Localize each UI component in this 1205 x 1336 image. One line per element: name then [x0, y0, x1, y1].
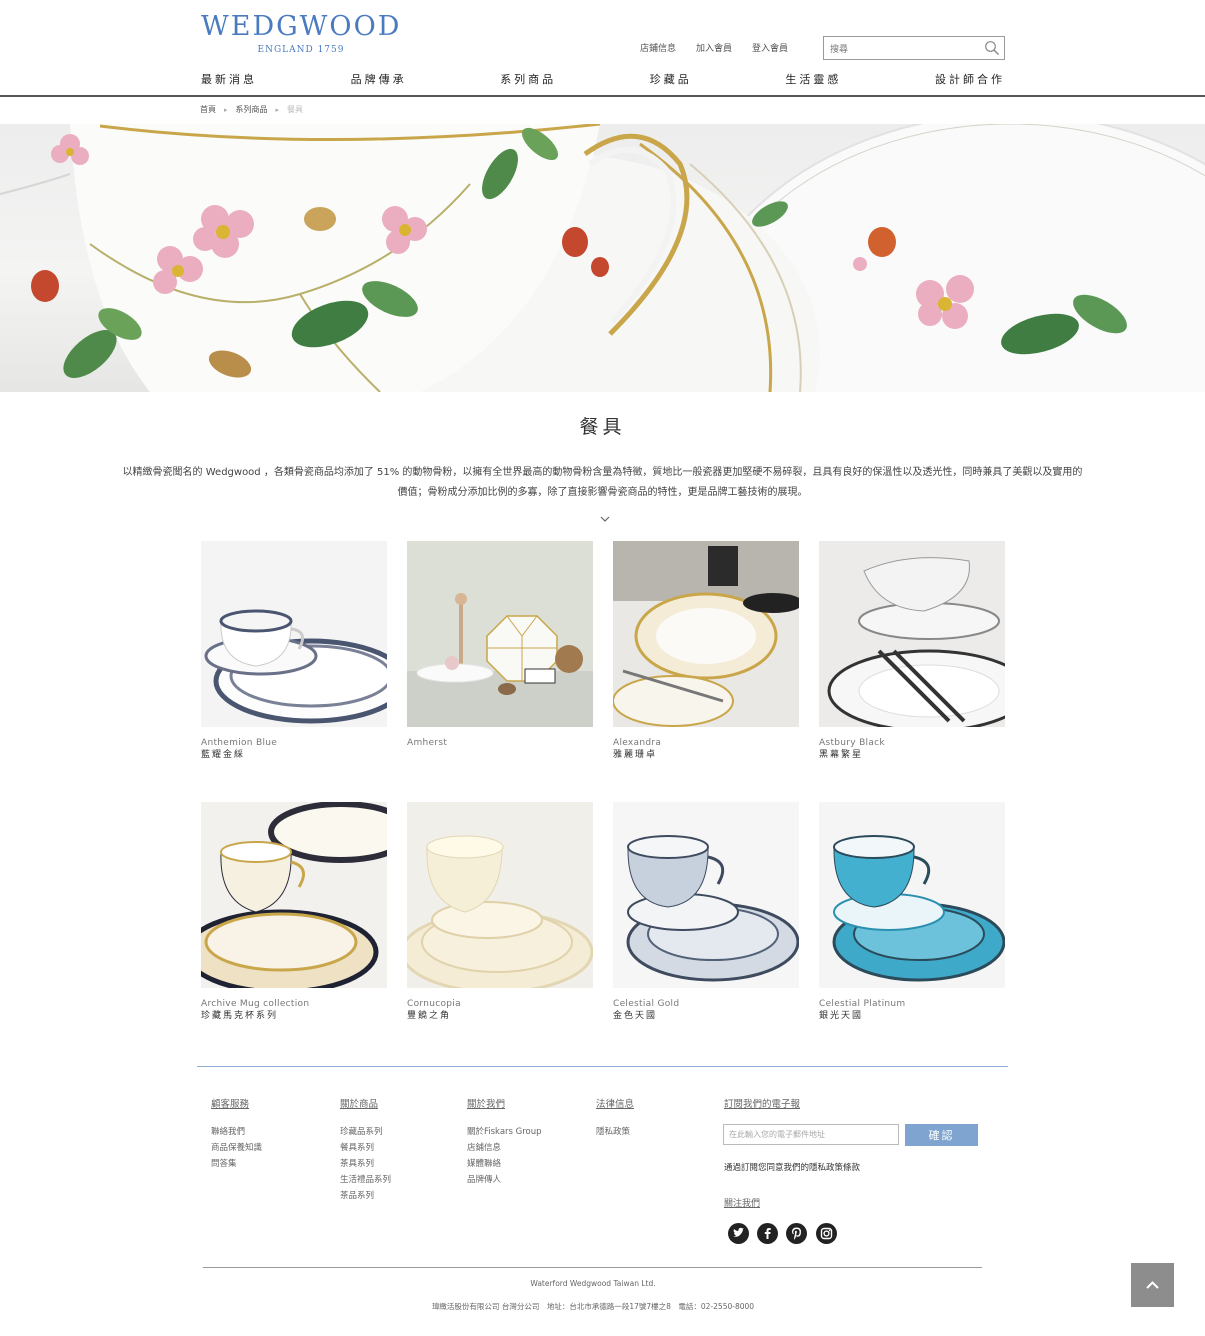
- footer-col-products: 關於商品 珍藏品系列 餐具系列 茶具系列 生活禮品系列 茶品系列: [340, 1096, 391, 1204]
- footer-link[interactable]: 問答集: [211, 1156, 262, 1172]
- footer-link[interactable]: 品牌傳人: [467, 1172, 542, 1188]
- footer-link[interactable]: 商品保養知識: [211, 1140, 262, 1156]
- newsletter-title[interactable]: 訂閱我們的電子報: [724, 1096, 800, 1110]
- logo-tagline: ENGLAND 1759: [257, 45, 345, 55]
- newsletter-email-input[interactable]: [723, 1124, 899, 1145]
- company-name: Waterford Wedgwood Taiwan Ltd.: [530, 1279, 656, 1288]
- facebook-icon[interactable]: [757, 1223, 778, 1244]
- search-icon[interactable]: [984, 40, 1000, 56]
- footer-link[interactable]: 店鋪信息: [467, 1140, 542, 1156]
- footer-link[interactable]: 珍藏品系列: [340, 1124, 391, 1140]
- join-member-link[interactable]: 加入會員: [696, 41, 732, 54]
- logo-wordmark: WEDGWOOD: [201, 11, 402, 42]
- bottom-divider: [203, 1267, 982, 1268]
- product-image: [613, 802, 799, 988]
- nav-divider: [0, 95, 1205, 97]
- nav-heritage[interactable]: 品牌傳承: [351, 71, 407, 87]
- intro-text: 以精緻骨瓷聞名的 Wedgwood ，各類骨瓷商品均添加了 51% 的動物骨粉，…: [122, 467, 1083, 498]
- nav-collections[interactable]: 系列商品: [500, 71, 556, 87]
- product-name-zh: 銀光天國: [819, 1011, 864, 1021]
- footer-link[interactable]: 媒體聯絡: [467, 1156, 542, 1172]
- product-name-zh: 藍耀金綵: [201, 750, 246, 760]
- product-card-celestial-platinum[interactable]: Celestial Platinum 銀光天國: [819, 802, 1005, 1022]
- footer-link[interactable]: 餐具系列: [340, 1140, 391, 1156]
- product-image: [613, 541, 799, 727]
- product-image: [407, 541, 593, 727]
- footer-col-title[interactable]: 關於我們: [467, 1096, 542, 1110]
- product-card-anthemion-blue[interactable]: Anthemion Blue 藍耀金綵: [201, 541, 387, 761]
- product-image: [201, 541, 387, 727]
- footer-col-title[interactable]: 關於商品: [340, 1096, 391, 1110]
- breadcrumb-separator: ▸: [224, 105, 228, 114]
- product-card-celestial-gold[interactable]: Celestial Gold 金色天國: [613, 802, 799, 1022]
- breadcrumb-separator: ▸: [275, 105, 280, 114]
- back-to-top-button[interactable]: [1131, 1263, 1174, 1307]
- twitter-icon[interactable]: [728, 1223, 749, 1244]
- product-card-archive-mug[interactable]: Archive Mug collection 珍藏馬克杯系列: [201, 802, 387, 1022]
- store-info-link[interactable]: 店鋪信息: [640, 41, 676, 54]
- brand-logo[interactable]: WEDGWOOD ENGLAND 1759: [201, 11, 402, 56]
- footer-col-customer-service: 顧客服務 聯絡我們 商品保養知識 問答集: [211, 1096, 262, 1172]
- product-name-en: Alexandra: [613, 738, 662, 748]
- breadcrumb-collections[interactable]: 系列商品: [236, 104, 268, 115]
- nav-inspiration[interactable]: 生活靈感: [785, 71, 841, 87]
- product-name-zh: 黑幕繁星: [819, 750, 864, 760]
- product-image: [201, 802, 387, 988]
- search-box: [823, 36, 1005, 61]
- footer-col-newsletter: 訂閱我們的電子報: [724, 1096, 800, 1124]
- product-card-amherst[interactable]: Amherst: [407, 541, 593, 749]
- footer-col-title[interactable]: 顧客服務: [211, 1096, 262, 1110]
- pinterest-icon[interactable]: [786, 1223, 807, 1244]
- chevron-down-icon[interactable]: [598, 514, 612, 524]
- product-name-zh: 雅麗珊卓: [613, 750, 658, 760]
- main-nav: 最新消息 品牌傳承 系列商品 珍藏品 生活靈感 設計師合作: [201, 71, 1005, 87]
- breadcrumb-current: 餐具: [287, 105, 304, 114]
- product-name-en: Celestial Platinum: [819, 999, 906, 1009]
- search-input[interactable]: [824, 39, 974, 61]
- page-title: 餐具: [579, 416, 626, 438]
- breadcrumb-home[interactable]: 首頁: [200, 104, 216, 115]
- product-name-en: Anthemion Blue: [201, 738, 278, 748]
- hero-tableware-image: [0, 124, 1205, 392]
- footer-col-about: 關於我們 關於Fiskars Group 店鋪信息 媒體聯絡 品牌傳人: [467, 1096, 542, 1188]
- nav-news[interactable]: 最新消息: [201, 71, 257, 87]
- product-image: [819, 541, 1005, 727]
- nav-designer-collab[interactable]: 設計師合作: [935, 71, 1005, 87]
- hero-banner: [0, 124, 1205, 392]
- instagram-icon[interactable]: [816, 1223, 837, 1244]
- login-link[interactable]: 登入會員: [752, 41, 788, 54]
- utility-links: 店鋪信息 加入會員 登入會員: [640, 41, 788, 54]
- footer-col-legal: 法律信息 隱私政策: [596, 1096, 634, 1140]
- product-name-en: Archive Mug collection: [201, 999, 310, 1009]
- product-image: [819, 802, 1005, 988]
- product-name-en: Amherst: [407, 738, 448, 748]
- footer-link[interactable]: 隱私政策: [596, 1124, 634, 1140]
- product-name-en: Cornucopia: [407, 999, 461, 1009]
- footer-divider: [197, 1066, 1008, 1067]
- product-card-astbury-black[interactable]: Astbury Black 黑幕繁星: [819, 541, 1005, 761]
- nav-collectibles[interactable]: 珍藏品: [650, 71, 692, 87]
- footer-link[interactable]: 茶具系列: [340, 1156, 391, 1172]
- footer-col-title[interactable]: 法律信息: [596, 1096, 634, 1110]
- follow-us-title[interactable]: 關注我們: [724, 1196, 760, 1209]
- company-address: 瑋緻活股份有限公司 台灣分公司 地址：台北市承德路一段17號7樓之8 電話：02…: [431, 1302, 755, 1311]
- footer-link[interactable]: 關於Fiskars Group: [467, 1124, 542, 1140]
- product-image: [407, 802, 593, 988]
- product-card-alexandra[interactable]: Alexandra 雅麗珊卓: [613, 541, 799, 761]
- product-name-zh: 豐饒之角: [407, 1011, 452, 1021]
- product-name-zh: 金色天國: [613, 1011, 658, 1021]
- product-card-cornucopia[interactable]: Cornucopia 豐饒之角: [407, 802, 593, 1022]
- footer-link[interactable]: 聯絡我們: [211, 1124, 262, 1140]
- product-name-zh: 珍藏馬克杯系列: [201, 1011, 279, 1021]
- product-name-en: Celestial Gold: [613, 999, 680, 1009]
- newsletter-submit-button[interactable]: 確認: [905, 1124, 978, 1146]
- footer-link[interactable]: 茶品系列: [340, 1188, 391, 1204]
- footer-link[interactable]: 生活禮品系列: [340, 1172, 391, 1188]
- breadcrumb: 首頁 ▸ 系列商品 ▸ 餐具: [200, 104, 303, 115]
- chevron-up-icon: [1146, 1281, 1159, 1289]
- product-name-en: Astbury Black: [819, 738, 885, 748]
- newsletter-consent-note: 通過訂閱您同意我們的隱私政策條款: [724, 1163, 861, 1173]
